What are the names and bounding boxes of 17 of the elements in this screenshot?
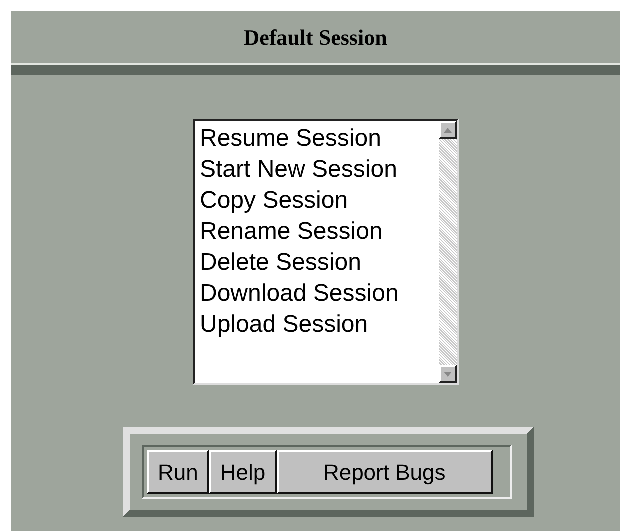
- scrollbar[interactable]: [439, 121, 457, 383]
- list-option[interactable]: Upload Session: [200, 309, 439, 340]
- list-option[interactable]: Start New Session: [200, 154, 439, 185]
- list-option[interactable]: Copy Session: [200, 185, 439, 216]
- scroll-up-button[interactable]: [439, 121, 457, 139]
- list-option[interactable]: Rename Session: [200, 216, 439, 247]
- scroll-down-button[interactable]: [439, 365, 457, 383]
- list-option[interactable]: Download Session: [200, 278, 439, 309]
- toolbar-button[interactable]: Report Bugs: [276, 450, 493, 494]
- down-arrow-icon: [444, 372, 452, 376]
- toolbar-button[interactable]: Help: [209, 450, 277, 494]
- page-title: Default Session: [244, 24, 388, 52]
- list-option[interactable]: Delete Session: [200, 247, 439, 278]
- up-arrow-icon: [444, 128, 452, 132]
- session-listbox[interactable]: Resume Session Start New Session Copy Session Rename Session Delete Session Download Session Upload Session: [193, 119, 459, 385]
- toolbar-button[interactable]: Run: [147, 450, 210, 494]
- list-option[interactable]: Resume Session: [200, 123, 439, 154]
